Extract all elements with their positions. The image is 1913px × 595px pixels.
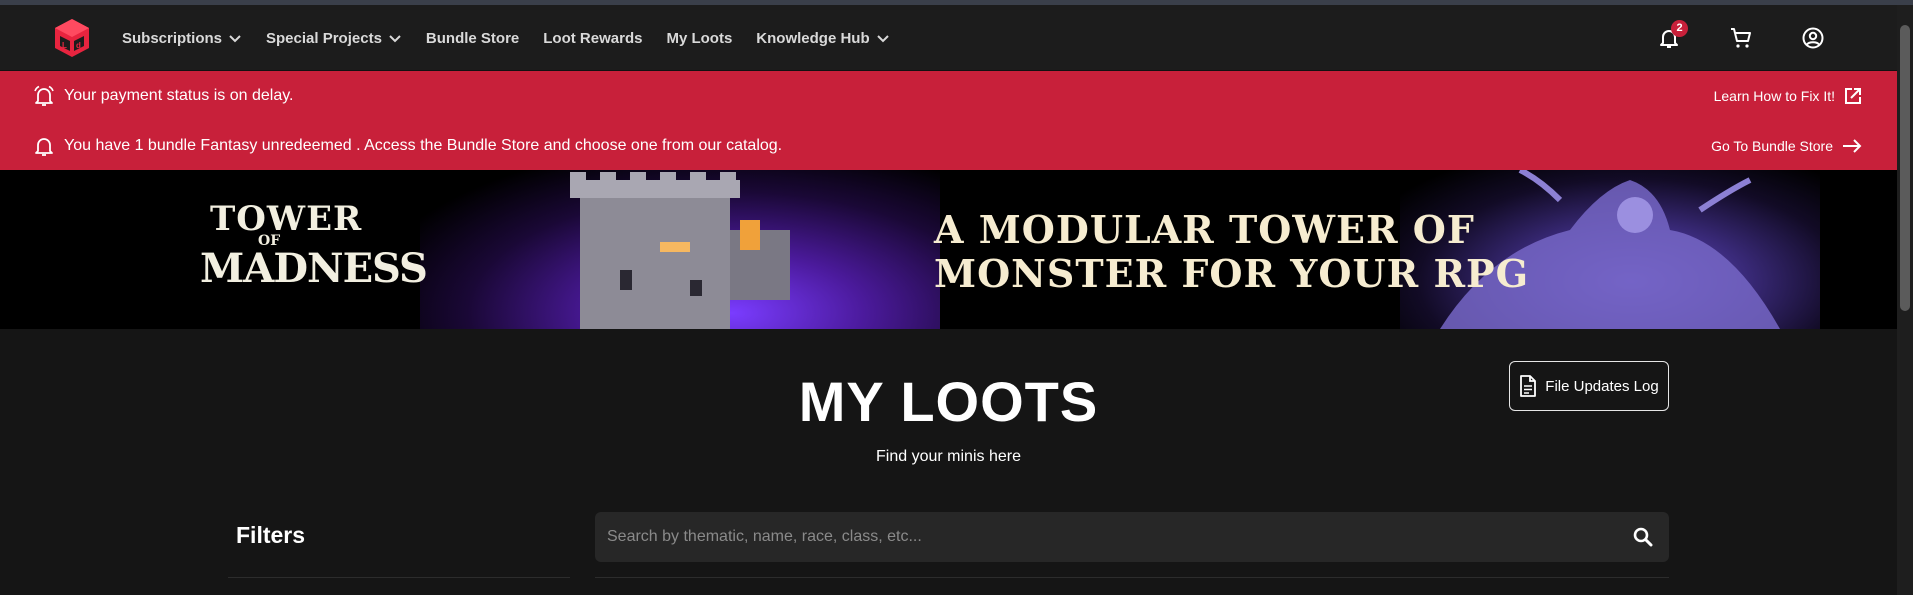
payment-alert-message: Your payment status is on delay. [64,87,294,104]
nav-icon-group: 2 [0,5,1897,71]
search-bar [595,512,1669,562]
external-link-icon [1845,88,1861,104]
promo-banner[interactable]: TOWER OF MADNESS A MODULAR TOWER OF MONS… [0,170,1897,329]
results-divider [595,577,1669,578]
arrow-right-icon [1843,139,1862,153]
tower-of-madness-logo: TOWER OF MADNESS [200,195,428,305]
banner-headline-line-1: A MODULAR TOWER OF [934,207,1475,252]
bundle-alert-message: You have 1 bundle Fantasy unredeemed . A… [64,137,783,154]
learn-how-to-fix-label: Learn How to Fix It! [1713,88,1835,104]
search-input[interactable] [607,512,1607,562]
cart-icon [1731,28,1751,48]
account-button[interactable] [1801,26,1825,50]
alert-banner-area: Your payment status is on delay. Learn H… [0,71,1897,170]
page-subtitle: Find your minis here [876,448,1021,465]
cart-button[interactable] [1729,26,1753,50]
account-icon [1802,27,1824,49]
notification-count-badge: 2 [1671,20,1688,37]
go-to-bundle-store-link[interactable]: Go To Bundle Store [1711,136,1863,156]
alarm-bell-icon [34,85,54,106]
learn-how-to-fix-link[interactable]: Learn How to Fix It! [1714,86,1863,106]
logo-line-1: TOWER [210,199,363,239]
bundle-alert: You have 1 bundle Fantasy unredeemed . A… [0,121,1897,171]
tower-artwork [420,170,940,329]
banner-headline: A MODULAR TOWER OF MONSTER FOR YOUR RPG [934,208,1529,296]
payment-alert: Your payment status is on delay. Learn H… [0,71,1897,121]
page-scrollbar[interactable] [1897,5,1913,595]
bell-icon [35,138,53,156]
go-to-bundle-store-label: Go To Bundle Store [1711,138,1833,154]
filters-divider [228,577,570,578]
top-navbar: L d Subscriptions Special Projects Bundl… [0,5,1897,71]
document-icon [1520,375,1537,397]
banner-headline-line-2: MONSTER FOR YOUR RPG [934,251,1530,296]
filters-heading: Filters [236,522,306,548]
search-icon[interactable] [1631,525,1655,549]
file-updates-log-label: File Updates Log [1545,377,1659,395]
logo-line-3: MADNESS [200,245,428,292]
notification-button[interactable]: 2 [1657,20,1688,50]
scrollbar-thumb[interactable] [1900,25,1910,311]
file-updates-log-button[interactable]: File Updates Log [1509,361,1669,411]
